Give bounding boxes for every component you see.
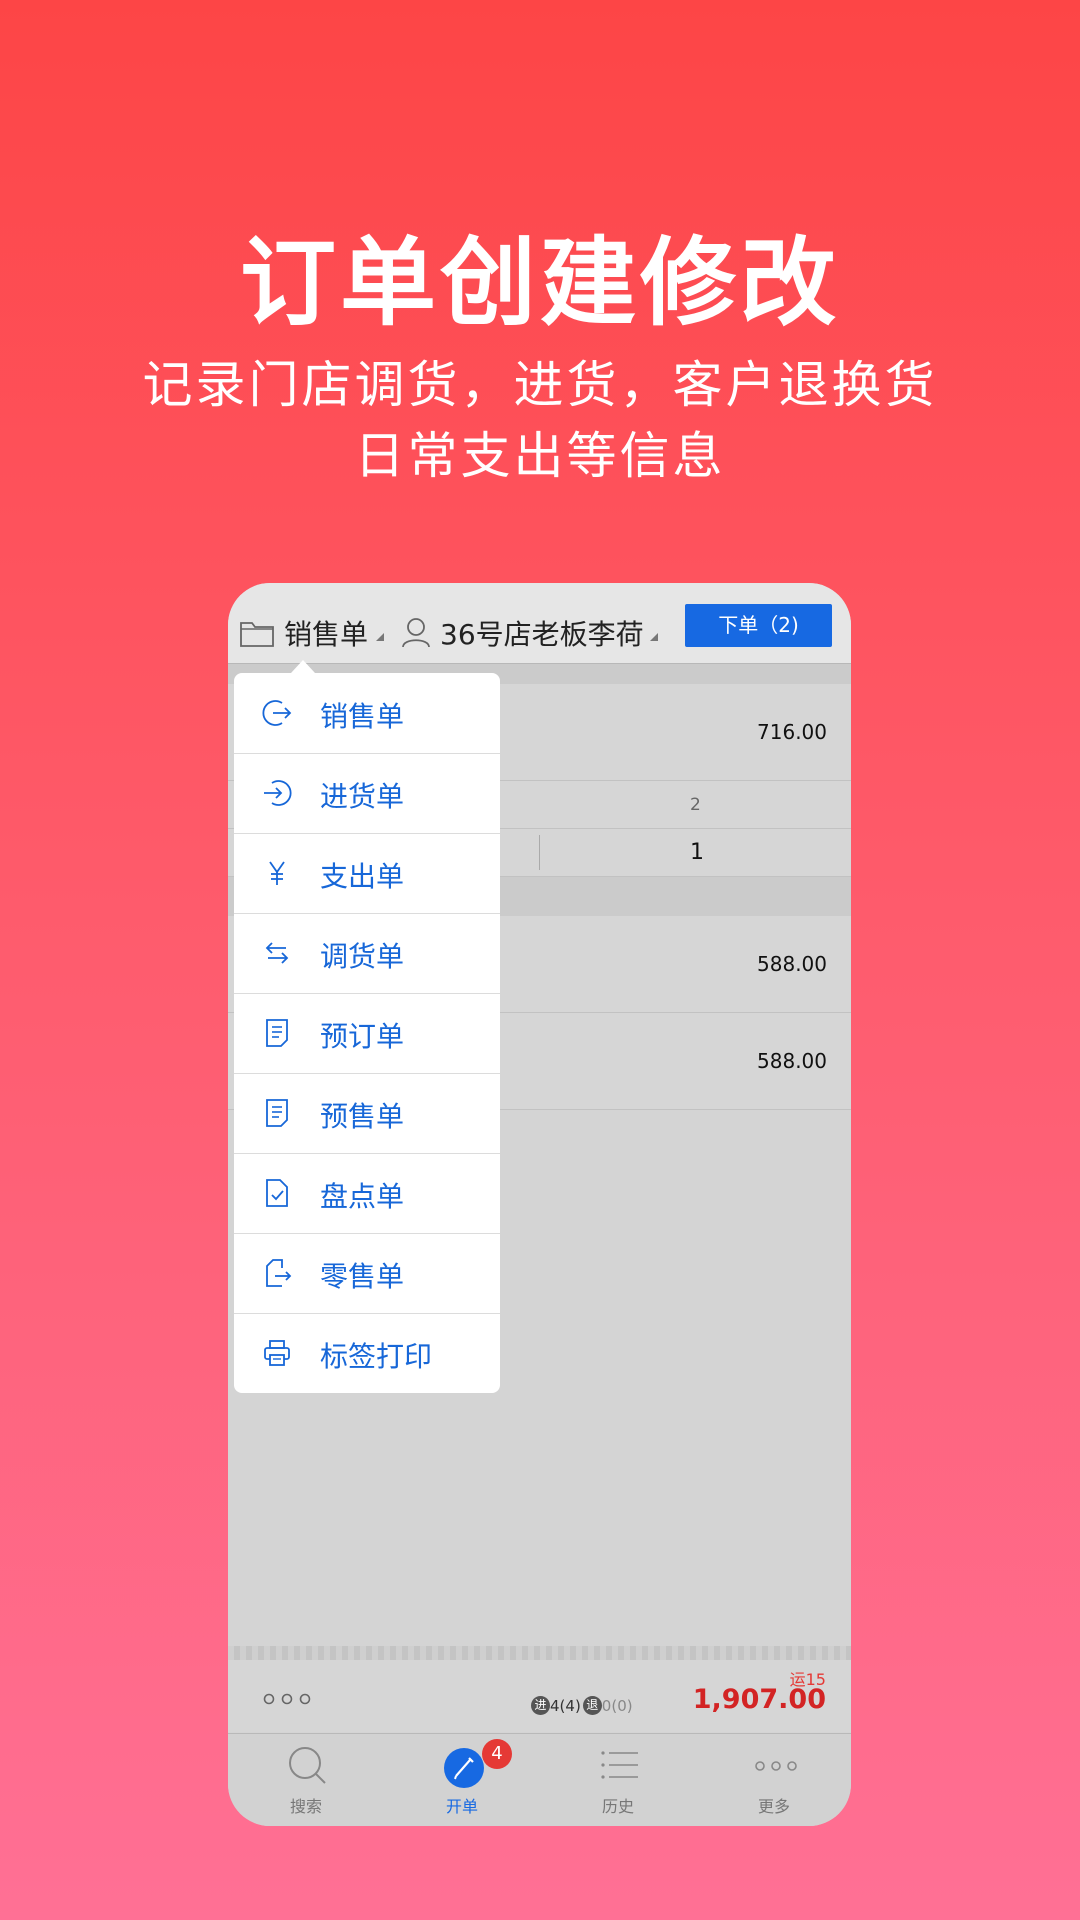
swap-arrows-icon — [265, 942, 289, 964]
menu-item-label: 零售单 — [320, 1260, 405, 1293]
menu-item-label: 标签打印 — [320, 1340, 433, 1373]
notification-badge: 4 — [482, 1739, 512, 1769]
retail-doc-icon — [266, 1259, 292, 1287]
tab-label: 历史 — [601, 1797, 634, 1816]
order-type-menu: 销售单 进货单 支出单 调货单 预订单 预售单 盘点单 零售单 标签打印 — [234, 673, 500, 1393]
more-dots-icon — [755, 1761, 797, 1771]
menu-item-retail-order[interactable]: 零售单 — [234, 1233, 500, 1314]
user-icon[interactable] — [400, 616, 432, 648]
menu-item-label: 盘点单 — [320, 1180, 405, 1213]
tab-label: 搜索 — [289, 1797, 322, 1816]
order-summary-bar: 进 4(4) 退 0(0) 运15 1,907.00 — [228, 1660, 851, 1732]
order-total: 1,907.00 — [692, 1684, 826, 1715]
menu-item-label: 销售单 — [320, 700, 405, 733]
in-count: 4(4) — [550, 1696, 581, 1715]
printer-icon — [264, 1340, 290, 1366]
menu-item-stocktake-order[interactable]: 盘点单 — [234, 1153, 500, 1234]
menu-item-label: 预订单 — [320, 1020, 405, 1053]
folder-icon[interactable] — [240, 619, 274, 647]
document-icon — [266, 1019, 288, 1047]
menu-item-label-print[interactable]: 标签打印 — [234, 1313, 500, 1393]
menu-item-expense-order[interactable]: 支出单 — [234, 833, 500, 914]
tab-history[interactable]: 历史 — [540, 1734, 696, 1826]
dropdown-indicator-icon — [376, 633, 384, 641]
customer-selector[interactable]: 36号店老板李荷 — [440, 613, 644, 653]
menu-item-label: 支出单 — [320, 860, 405, 893]
in-badge: 进 — [531, 1696, 550, 1715]
quantity-value[interactable]: 1 — [690, 840, 704, 865]
document-icon — [266, 1099, 288, 1127]
exit-arrow-icon — [262, 700, 292, 726]
size-label: 2 — [690, 795, 701, 815]
tab-label: 开单 — [445, 1797, 478, 1816]
list-icon — [601, 1751, 638, 1779]
menu-item-presale-order[interactable]: 预售单 — [234, 1073, 500, 1154]
phone-screen: 销售单 36号店老板李荷 下单（2) 716.00 2 1 588.00 588… — [228, 583, 851, 1826]
menu-caret — [291, 660, 315, 673]
quantity-summary: 进 4(4) 退 0(0) — [531, 1696, 635, 1715]
menu-item-transfer-order[interactable]: 调货单 — [234, 913, 500, 994]
top-bar: 销售单 36号店老板李荷 下单（2) — [228, 583, 851, 664]
tab-search[interactable]: 搜索 — [228, 1734, 384, 1826]
return-badge: 退 — [582, 1696, 602, 1715]
item-amount: 716.00 — [757, 720, 827, 744]
order-type-selector[interactable]: 销售单 — [284, 613, 368, 653]
separator — [228, 1646, 851, 1660]
checklist-doc-icon — [266, 1179, 288, 1207]
enter-arrow-icon — [264, 780, 292, 806]
tab-bar: 搜索 4 开单 历史 更多 — [228, 1733, 851, 1826]
pencil-icon — [444, 1748, 484, 1788]
hero-title: 订单创建修改 — [240, 227, 840, 339]
tab-label: 更多 — [757, 1797, 790, 1816]
menu-item-reservation-order[interactable]: 预订单 — [234, 993, 500, 1074]
menu-item-label: 调货单 — [320, 940, 405, 973]
hero-subtitle-line1: 记录门店调货，进货，客户退换货 — [142, 356, 938, 414]
column-divider — [539, 835, 540, 870]
tab-more[interactable]: 更多 — [696, 1734, 851, 1826]
return-count: 0(0) — [601, 1696, 633, 1715]
item-amount: 588.00 — [757, 952, 827, 976]
more-dots-icon[interactable] — [263, 1693, 311, 1705]
hero-subtitle-line2: 日常支出等信息 — [354, 427, 726, 485]
menu-item-label: 进货单 — [320, 780, 405, 813]
item-amount: 588.00 — [757, 1049, 827, 1073]
menu-item-label: 预售单 — [320, 1100, 405, 1133]
search-icon — [289, 1747, 326, 1784]
tab-create-order[interactable]: 4 开单 — [384, 1734, 540, 1826]
submit-order-button[interactable]: 下单（2) — [685, 604, 832, 647]
yen-icon — [269, 861, 285, 885]
menu-item-sales-order[interactable]: 销售单 — [234, 673, 500, 754]
dropdown-indicator-icon — [650, 633, 658, 641]
menu-item-purchase-order[interactable]: 进货单 — [234, 753, 500, 834]
